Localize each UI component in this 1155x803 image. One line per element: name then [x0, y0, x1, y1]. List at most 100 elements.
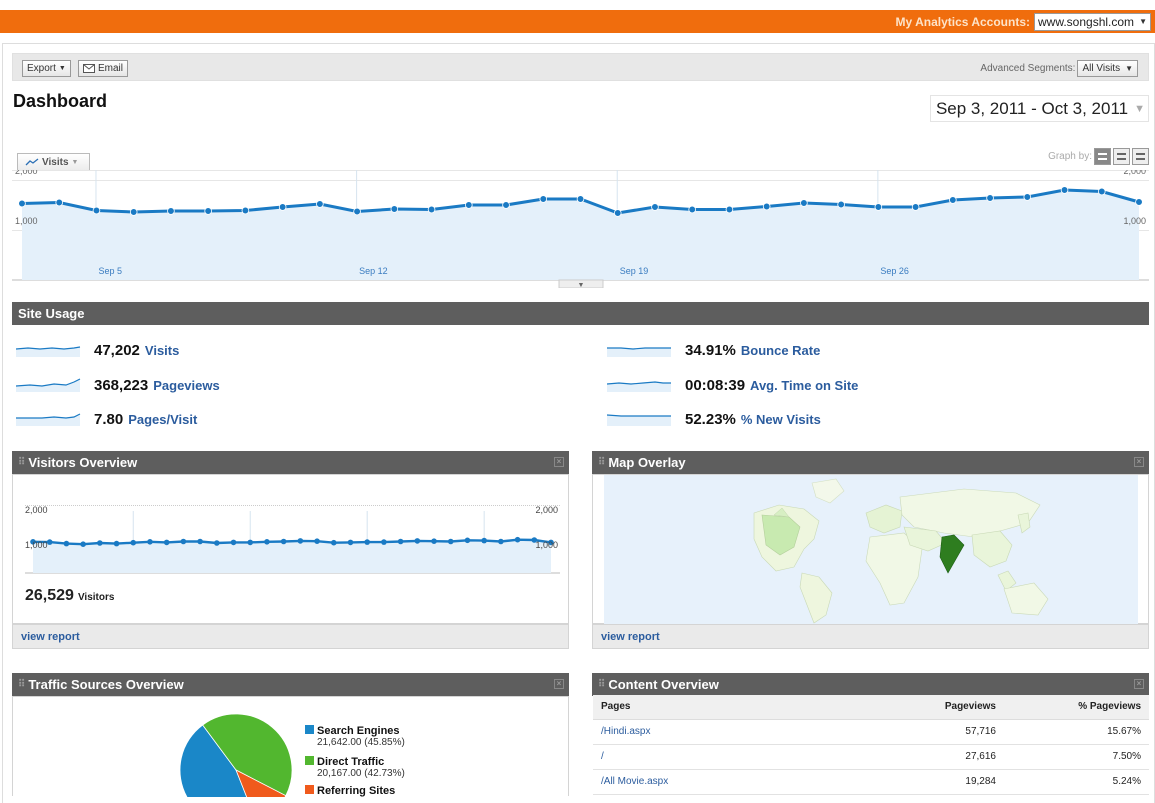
data-point: [364, 539, 370, 545]
chevron-down-icon: ▼: [1139, 17, 1147, 26]
site-usage-header: Site Usage: [12, 302, 1149, 325]
series-area: [22, 190, 1139, 280]
data-point: [241, 206, 250, 215]
data-point: [576, 195, 585, 203]
pageviews-cell: 19,284: [864, 769, 1004, 795]
y-tick-label: 1,000: [535, 540, 558, 550]
metric-label[interactable]: Avg. Time on Site: [750, 378, 858, 393]
graph-by-month-button[interactable]: [1132, 148, 1149, 165]
metric-label[interactable]: % New Visits: [741, 412, 821, 427]
page-title: Dashboard: [13, 91, 108, 111]
metric-label[interactable]: Pages/Visit: [128, 412, 197, 427]
percent-cell: 15.67%: [1004, 719, 1149, 745]
visitors-view-report-link[interactable]: view report: [12, 624, 569, 649]
pageviews-cell: 27,616: [864, 744, 1004, 770]
site-usage-title: Site Usage: [18, 306, 85, 321]
legend-value: 21,642.00 (45.85%): [317, 737, 405, 748]
month-icon: [1136, 153, 1145, 160]
account-value: www.songshl.com: [1038, 14, 1135, 29]
page-link[interactable]: /All Movie.aspx: [593, 769, 864, 795]
metric-label[interactable]: Visits: [145, 343, 179, 358]
drag-handle-icon[interactable]: ⠿: [598, 679, 605, 690]
table-header-row: Pages Pageviews % Pageviews: [593, 695, 1149, 720]
y-tick-label: 2,000: [535, 505, 558, 515]
column-header: Pageviews: [864, 695, 1004, 720]
data-point: [230, 539, 237, 546]
visits-chart: 2,000 2,000 1,000 1,000 Sep 5 Sep 12 Sep 19 Sep…: [12, 170, 1149, 288]
graph-by-day-button[interactable]: [1094, 148, 1111, 165]
visitors-overview-title: Visitors Overview: [28, 455, 138, 470]
percent-cell: 5.24%: [1004, 769, 1149, 795]
sparkline: [16, 413, 81, 426]
content-overview-header: ⠿ Content Overview ×: [592, 673, 1149, 696]
usage-metric: 52.23% % New Visits: [607, 409, 821, 429]
drag-handle-icon[interactable]: ⠿: [18, 679, 25, 690]
visitors-overview-body: 2,000 2,000 1,000 1,000 26,529 Visitors: [12, 474, 569, 624]
envelope-icon: [83, 64, 95, 73]
world-map[interactable]: [604, 475, 1138, 624]
legend-swatch: [305, 756, 314, 765]
usage-metric: 368,223 Pageviews: [16, 375, 220, 395]
page-link[interactable]: /Hindi.aspx: [593, 719, 864, 745]
usage-metric: 00:08:39 Avg. Time on Site: [607, 375, 858, 395]
data-point: [55, 198, 64, 207]
legend-value: 20,167.00 (42.73%): [317, 768, 405, 779]
week-icon: [1117, 153, 1126, 160]
table-row: /Hindi.aspx 57,716 15.67%: [593, 719, 1149, 745]
data-point: [92, 206, 101, 215]
data-point: [63, 540, 70, 547]
close-icon[interactable]: ×: [554, 679, 564, 689]
data-point: [330, 539, 337, 546]
column-header: Pages: [593, 695, 864, 720]
graph-by-label: Graph by:: [1048, 151, 1092, 162]
data-point: [347, 539, 354, 546]
day-icon: [1098, 153, 1107, 160]
data-point: [986, 194, 994, 202]
data-point: [800, 199, 808, 207]
close-icon[interactable]: ×: [554, 457, 564, 467]
data-point: [1023, 193, 1032, 201]
metric-value: 52.23%: [685, 410, 736, 428]
percent-cell: 7.50%: [1004, 744, 1149, 770]
metric-label[interactable]: Pageviews: [153, 378, 220, 393]
data-point: [381, 539, 387, 545]
graph-by-week-button[interactable]: [1113, 148, 1130, 165]
data-point: [949, 196, 957, 204]
map-view-report-link[interactable]: view report: [592, 624, 1149, 649]
close-icon[interactable]: ×: [1134, 457, 1144, 467]
data-point: [18, 199, 26, 208]
segments-label: Advanced Segments:: [980, 63, 1076, 74]
data-point: [414, 538, 421, 544]
page-link[interactable]: /: [593, 744, 864, 770]
x-tick-label: Sep 19: [620, 266, 649, 276]
map-overlay-body[interactable]: [592, 474, 1149, 624]
data-point: [725, 205, 734, 214]
email-button[interactable]: Email: [78, 60, 129, 77]
data-point: [46, 539, 53, 545]
data-point: [390, 205, 399, 213]
data-point: [247, 539, 254, 546]
usage-metric: 7.80 Pages/Visit: [16, 409, 197, 429]
export-button[interactable]: Export ▼: [22, 60, 71, 77]
data-point: [1135, 198, 1143, 206]
metric-select[interactable]: Visits ▼: [17, 153, 90, 170]
segments-select[interactable]: All Visits ▼: [1077, 60, 1138, 77]
drag-handle-icon[interactable]: ⠿: [18, 457, 25, 468]
date-range-picker[interactable]: Sep 3, 2011 - Oct 3, 2011 ▼: [929, 95, 1149, 122]
account-select[interactable]: www.songshl.com ▼: [1034, 12, 1151, 31]
data-point: [204, 207, 212, 215]
x-tick-label: Sep 5: [98, 266, 122, 276]
sparkline: [607, 414, 671, 426]
table-row: / 27,616 7.50%: [593, 744, 1149, 770]
data-point: [837, 200, 845, 209]
close-icon[interactable]: ×: [1134, 679, 1144, 689]
content-table: Pages Pageviews % Pageviews /Hindi.aspx …: [593, 695, 1149, 795]
date-range-value: Sep 3, 2011 - Oct 3, 2011: [935, 98, 1129, 118]
drag-handle-icon[interactable]: ⠿: [598, 457, 605, 468]
x-tick-label: Sep 12: [359, 266, 388, 276]
metric-label[interactable]: Bounce Rate: [741, 343, 820, 358]
data-point: [502, 201, 510, 209]
data-point: [316, 200, 324, 208]
toolbar: Export ▼ Email Advanced Segments: All Vi…: [12, 53, 1149, 81]
chevron-down-icon: ▼: [71, 158, 79, 166]
